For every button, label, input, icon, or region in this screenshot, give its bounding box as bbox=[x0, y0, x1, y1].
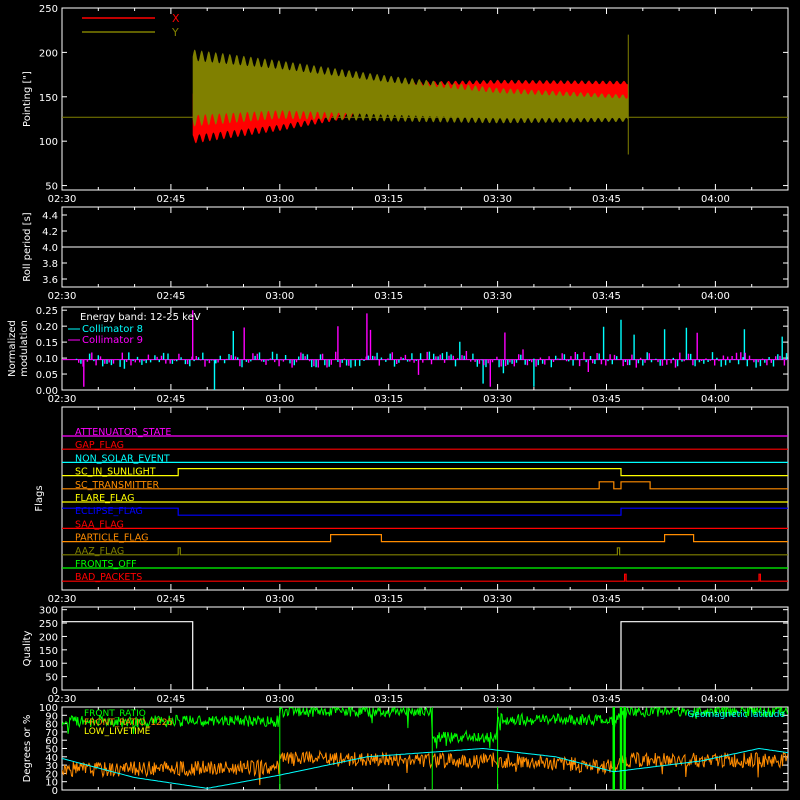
y-axis-label: Pointing ["] bbox=[22, 71, 33, 127]
y-tick-label: 100 bbox=[39, 703, 58, 714]
x-tick-label: 03:45 bbox=[592, 291, 621, 302]
y-tick-label: 3.8 bbox=[42, 259, 58, 270]
flag-label: FRONTS_OFF bbox=[75, 559, 137, 570]
y-tick-label: 250 bbox=[39, 619, 58, 630]
y-tick-label: 150 bbox=[39, 93, 58, 104]
x-tick-label: 03:45 bbox=[592, 194, 621, 205]
y-tick-label: 0.00 bbox=[36, 386, 58, 397]
y-tick-label: 250 bbox=[39, 4, 58, 15]
flag-label: BAD_PACKETS bbox=[75, 572, 142, 583]
x-tick-label: 04:00 bbox=[701, 694, 730, 705]
y-axis-label: Roll period [s] bbox=[22, 212, 33, 281]
x-tick-label: 03:00 bbox=[265, 694, 294, 705]
legend-label: LOW_LIVETIME bbox=[84, 727, 151, 737]
x-tick-label: 04:00 bbox=[701, 194, 730, 205]
y-tick-label: 4.4 bbox=[42, 211, 58, 222]
y-tick-label: 100 bbox=[39, 137, 58, 148]
y-tick-label: 50 bbox=[45, 182, 58, 193]
legend-label: Collimator 9 bbox=[82, 335, 143, 346]
y-tick-label: 50 bbox=[45, 673, 58, 684]
x-tick-label: 03:00 bbox=[265, 291, 294, 302]
y-tick-label: 0.15 bbox=[36, 338, 58, 349]
flag-label: ATTENUATOR_STATE bbox=[75, 427, 171, 438]
y-tick-label: 150 bbox=[39, 646, 58, 657]
x-tick-label: 03:15 bbox=[374, 291, 403, 302]
y-tick-label: 0.20 bbox=[36, 322, 58, 333]
x-tick-label: 03:30 bbox=[483, 694, 512, 705]
x-tick-label: 04:00 bbox=[701, 594, 730, 605]
x-tick-label: 03:00 bbox=[265, 194, 294, 205]
legend-label: Collimator 8 bbox=[82, 324, 143, 335]
x-tick-label: 02:45 bbox=[156, 694, 185, 705]
x-tick-label: 02:45 bbox=[156, 594, 185, 605]
x-tick-label: 02:45 bbox=[156, 291, 185, 302]
x-tick-label: 03:15 bbox=[374, 194, 403, 205]
y-tick-label: 200 bbox=[39, 632, 58, 643]
energy-band-annotation: Energy band: 12-25 keV bbox=[80, 312, 201, 323]
flag-label: AAZ_FLAG bbox=[75, 546, 124, 557]
flag-label: PARTICLE_FLAG bbox=[75, 533, 148, 544]
x-tick-label: 03:30 bbox=[483, 594, 512, 605]
y-axis-label: Degrees or % bbox=[22, 715, 33, 783]
x-tick-label: 03:00 bbox=[265, 594, 294, 605]
y-tick-label: 300 bbox=[39, 606, 58, 617]
y-tick-label: 0.10 bbox=[36, 354, 58, 365]
x-tick-label: 03:45 bbox=[592, 394, 621, 405]
y-tick-label: 100 bbox=[39, 659, 58, 670]
x-tick-label: 03:15 bbox=[374, 694, 403, 705]
flag-label: ECLIPSE_FLAG bbox=[75, 506, 143, 517]
x-tick-label: 02:30 bbox=[48, 291, 77, 302]
y-axis-label: Normalized bbox=[7, 320, 18, 377]
y-axis-label: Flags bbox=[34, 485, 45, 511]
y-tick-label: 0.25 bbox=[36, 306, 58, 317]
flag-label: FLARE_FLAG bbox=[75, 493, 135, 504]
y-axis-label: modulation bbox=[19, 320, 30, 377]
geomagnetic-latitude-label: Geomagnetic latitude bbox=[687, 710, 785, 720]
x-tick-label: 02:45 bbox=[156, 194, 185, 205]
flag-label: SC_IN_SUNLIGHT bbox=[75, 467, 156, 478]
legend-label-y: Y bbox=[171, 26, 179, 39]
flag-label: GAP_FLAG bbox=[75, 440, 124, 451]
x-tick-label: 02:30 bbox=[48, 194, 77, 205]
x-tick-label: 03:45 bbox=[592, 594, 621, 605]
x-tick-label: 04:00 bbox=[701, 291, 730, 302]
x-tick-label: 02:30 bbox=[48, 594, 77, 605]
y-tick-label: 0.05 bbox=[36, 370, 58, 381]
flag-label: NON_SOLAR_EVENT bbox=[75, 453, 170, 464]
x-tick-label: 03:30 bbox=[483, 194, 512, 205]
legend-label-x: X bbox=[172, 12, 180, 25]
flag-label: SAA_FLAG bbox=[75, 519, 124, 530]
y-tick-label: 4.0 bbox=[42, 243, 58, 254]
flag-label: SC_TRANSMITTER bbox=[75, 480, 160, 491]
x-tick-label: 03:15 bbox=[374, 594, 403, 605]
y-tick-label: 200 bbox=[39, 48, 58, 59]
x-tick-label: 03:15 bbox=[374, 394, 403, 405]
x-tick-label: 03:30 bbox=[483, 394, 512, 405]
x-tick-label: 03:30 bbox=[483, 291, 512, 302]
x-tick-label: 04:00 bbox=[701, 394, 730, 405]
y-axis-label: Quality bbox=[22, 631, 33, 667]
y-tick-label: 4.2 bbox=[42, 227, 58, 238]
rhessi-summary-plot: 02:30 02:45 03:00 03:15 03:30 03:45 04:00 50 100… bbox=[0, 0, 800, 800]
x-tick-label: 02:45 bbox=[156, 394, 185, 405]
x-tick-label: 03:45 bbox=[592, 694, 621, 705]
x-tick-label: 03:00 bbox=[265, 394, 294, 405]
y-tick-label: 0 bbox=[52, 686, 58, 697]
y-tick-label: 3.6 bbox=[42, 275, 58, 286]
